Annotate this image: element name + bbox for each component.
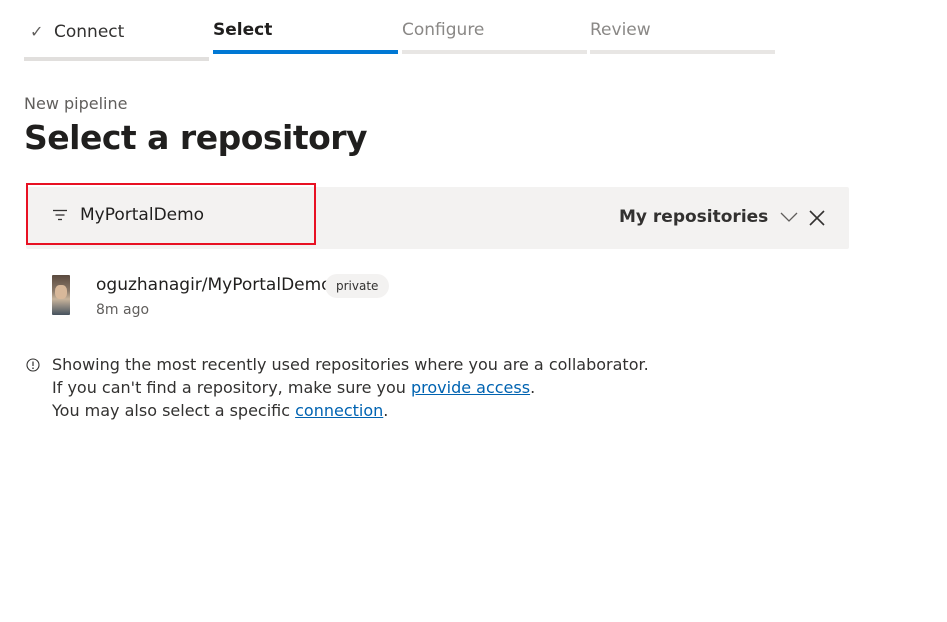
repository-name: oguzhanagir/MyPortalDemo <box>96 275 332 295</box>
step-select-label: Select <box>213 20 273 40</box>
close-icon[interactable] <box>806 207 828 229</box>
repository-updated-time: 8m ago <box>96 302 150 318</box>
repository-filter-bar: My repositories <box>26 183 849 249</box>
info-icon <box>26 358 40 372</box>
chevron-down-icon <box>780 212 798 222</box>
step-configure-bar <box>402 50 587 54</box>
page-title: Select a repository <box>24 118 368 157</box>
step-connect-bar <box>24 57 209 61</box>
new-pipeline-page: ✓ Connect Select Configure Review New pip… <box>0 0 947 622</box>
step-review[interactable]: Review <box>590 0 775 62</box>
step-select-bar <box>213 50 398 54</box>
visibility-badge: private <box>325 274 390 298</box>
step-connect-label: Connect <box>54 22 125 42</box>
info-line-1: Showing the most recently used repositor… <box>52 355 649 374</box>
step-connect[interactable]: ✓ Connect <box>24 0 209 62</box>
provide-access-link[interactable]: provide access <box>411 378 530 397</box>
filter-input[interactable] <box>80 203 300 227</box>
repository-list-item[interactable]: oguzhanagir/MyPortalDemo private 8m ago <box>52 270 612 322</box>
filter-icon <box>53 209 67 221</box>
breadcrumb: New pipeline <box>24 94 128 113</box>
step-select[interactable]: Select <box>213 0 398 62</box>
check-icon: ✓ <box>30 22 44 41</box>
wizard-steps: ✓ Connect Select Configure Review <box>24 0 784 62</box>
step-review-label: Review <box>590 20 651 40</box>
connection-link[interactable]: connection <box>295 401 383 420</box>
filter-highlight-box <box>26 183 316 245</box>
repository-scope-dropdown[interactable]: My repositories <box>619 205 798 229</box>
step-configure[interactable]: Configure <box>402 0 587 62</box>
avatar <box>52 275 70 315</box>
step-review-bar <box>590 50 775 54</box>
info-line-2: If you can't find a repository, make sur… <box>52 378 411 397</box>
step-configure-label: Configure <box>402 20 485 40</box>
info-line-3: You may also select a specific <box>52 401 296 420</box>
repository-scope-label: My repositories <box>619 207 769 227</box>
